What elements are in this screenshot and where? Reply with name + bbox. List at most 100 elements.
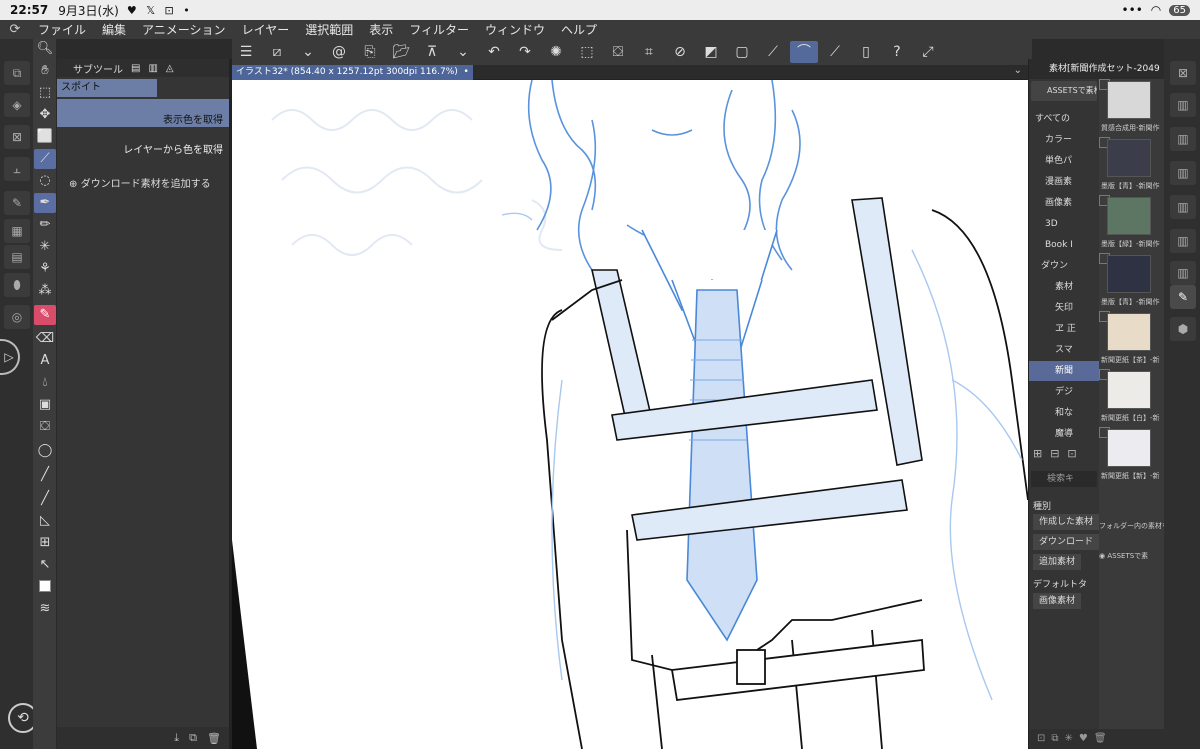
sliders-icon[interactable]: ⫠ (4, 157, 30, 181)
menu-filter[interactable]: フィルター (401, 21, 477, 38)
correct-line-tool-icon[interactable]: ↖ (34, 555, 56, 575)
chevron-down-icon[interactable]: ⌄ (294, 41, 322, 63)
subtool-group-tab[interactable]: スポイト (57, 79, 157, 97)
blend-tool-icon[interactable]: 💧︎ (34, 373, 56, 393)
eraser-tool-icon[interactable]: ⌫ (34, 329, 56, 349)
menu-file[interactable]: ファイル (30, 21, 94, 38)
material-tool-icons[interactable]: ⊞⊟⊡ (1033, 447, 1085, 460)
clear-icon[interactable]: ⊘ (666, 41, 694, 63)
frame-tool-icon[interactable]: ◺ (34, 511, 56, 531)
decoration-tool-icon[interactable]: ✎ (34, 305, 56, 325)
transform-icon[interactable]: ⬚ (573, 41, 601, 63)
airbrush-tool-icon[interactable]: ⚘ (34, 259, 56, 279)
operation-tool-icon[interactable]: ⬚ (34, 83, 56, 103)
selection-tool-icon[interactable]: ⬜ (34, 127, 56, 147)
tree-item-newspaper[interactable]: 新聞 (1029, 361, 1099, 381)
layer-property-icon[interactable]: ⧉ (4, 61, 30, 85)
help-icon[interactable]: ? (883, 41, 911, 63)
redo-icon[interactable]: ↷ (511, 41, 539, 63)
material-tab-icon[interactable]: ▥ (1170, 261, 1196, 285)
material-tab-icon[interactable]: ▥ (1170, 195, 1196, 219)
gradient-tool-icon[interactable]: ▣ (34, 395, 56, 415)
tone-icon[interactable]: ◩ (697, 41, 725, 63)
brush-settings-icon[interactable]: ✎ (4, 191, 30, 215)
pattern-icon[interactable]: ≋ (34, 599, 56, 619)
material-thumb[interactable] (1107, 371, 1151, 409)
panel-tool-icon[interactable]: ⊞ (34, 533, 56, 553)
material-tab-icon[interactable]: ▥ (1170, 229, 1196, 253)
fill-icon[interactable]: ⛋ (604, 41, 632, 63)
menu-layer[interactable]: レイヤー (234, 21, 298, 38)
hand-tool-icon[interactable]: ✋︎ (34, 61, 56, 81)
frame-icon[interactable]: ▢ (728, 41, 756, 63)
brush-material-icon[interactable]: ✎ (1170, 285, 1196, 309)
pen-tool-icon[interactable]: ✒ (34, 193, 56, 213)
default-image-button[interactable]: 画像素材 (1033, 593, 1082, 609)
edit-icon[interactable]: ⧄ (263, 41, 291, 63)
menu-selection[interactable]: 選択範囲 (297, 21, 361, 38)
close-panel-icon[interactable]: ⊠ (4, 125, 30, 149)
grid-icon[interactable]: ▦ (4, 219, 30, 243)
record-icon[interactable]: ◎ (4, 305, 30, 329)
material-tab-icon[interactable]: ▥ (1170, 127, 1196, 151)
canvas-menu-chevron-icon[interactable]: ⌄ (1014, 65, 1022, 76)
ruler-tool-icon[interactable]: ╱ (34, 489, 56, 509)
drops-icon[interactable]: ⬮ (4, 273, 30, 297)
tree-item-all[interactable]: すべての (1035, 109, 1099, 129)
subtool-tab3-icon[interactable]: ◬ (166, 63, 174, 74)
chevron-down-icon[interactable]: ⌄ (449, 41, 477, 63)
material-search-input[interactable]: 検索キ (1031, 471, 1097, 487)
material-thumb[interactable] (1107, 429, 1151, 467)
assets-link[interactable]: ◉ ASSETSで素 (1099, 551, 1165, 561)
save-icon[interactable]: ⊼ (418, 41, 446, 63)
close-icon[interactable]: ⊠ (1170, 61, 1196, 85)
menu-edit[interactable]: 編集 (94, 21, 134, 38)
3d-material-icon[interactable]: ⬢ (1170, 317, 1196, 341)
line-tool-icon[interactable]: ╱ (34, 465, 56, 485)
material-thumb[interactable] (1107, 139, 1151, 177)
ruler-mode-icon[interactable]: ⟋ (821, 41, 849, 63)
pen-mode-icon[interactable]: ⌒ (790, 41, 818, 63)
kind-added-button[interactable]: 追加素材 (1033, 554, 1082, 570)
subtool-item-layer-color[interactable]: レイヤーから色を取得 (57, 137, 229, 165)
canvas-tab[interactable]: イラスト32* (854.40 x 1257.12pt 300dpi 116.7… (232, 65, 473, 80)
crop-icon[interactable]: ⌗ (635, 41, 663, 63)
subtool-delete-icon[interactable]: 🗑︎ (207, 732, 221, 745)
material-tab-icon[interactable]: ▥ (1170, 161, 1196, 185)
kind-download-button[interactable]: ダウンロード (1033, 534, 1100, 550)
spray-tool-icon[interactable]: ⁂ (34, 281, 56, 301)
spiral-icon[interactable]: @ (325, 41, 353, 63)
undo-icon[interactable]: ↶ (480, 41, 508, 63)
layers-icon[interactable]: ◈ (4, 93, 30, 117)
new-file-icon[interactable]: ⎘ (356, 41, 384, 63)
eyedropper-tool-icon[interactable]: ⟋ (34, 149, 56, 169)
fill-tool-icon[interactable]: ⛋ (34, 417, 56, 437)
add-download-material[interactable]: ⊕ ダウンロード素材を追加する (69, 175, 211, 190)
text-tool-icon[interactable]: A (34, 351, 56, 371)
material-thumb[interactable] (1107, 255, 1151, 293)
subtool-copy-icon[interactable]: ⧉ (189, 731, 197, 745)
subtool-tab2-icon[interactable]: ▥ (148, 63, 157, 74)
material-thumb[interactable] (1107, 81, 1151, 119)
subtool-import-icon[interactable]: ⤓ (174, 731, 179, 745)
loading-icon[interactable]: ✺ (542, 41, 570, 63)
material-tab-icon[interactable]: ▥ (1170, 93, 1196, 117)
material-footer-icons[interactable]: ⊡⧉✳♥🗑︎ (1029, 729, 1165, 749)
drawing-canvas[interactable] (232, 80, 1028, 749)
balloon-tool-icon[interactable]: ◯ (34, 441, 56, 461)
assets-button[interactable]: ASSETSで素材 (1031, 81, 1097, 101)
material-thumb[interactable] (1107, 197, 1151, 235)
subtool-tab-icon[interactable]: ▤ (131, 63, 140, 74)
lasso-tool-icon[interactable]: ◌ (34, 171, 56, 191)
kind-created-button[interactable]: 作成した素材 (1033, 514, 1100, 530)
menu-animation[interactable]: アニメーション (134, 21, 234, 38)
sparkle-tool-icon[interactable]: ✳ (34, 237, 56, 257)
collapse-toggle-icon[interactable]: ▷ (0, 339, 20, 375)
fullscreen-icon[interactable]: ⤢ (914, 41, 942, 63)
tree-item-download[interactable]: ダウン (1041, 256, 1105, 276)
subtool-item-display-color[interactable]: 表示色を取得 (57, 99, 229, 127)
pencil-tool-icon[interactable]: ✏ (34, 215, 56, 235)
menu-hamburger-icon[interactable]: ☰ (232, 41, 260, 63)
zoom-tool-icon[interactable]: 🔍︎ (34, 39, 56, 59)
menu-view[interactable]: 表示 (361, 21, 401, 38)
